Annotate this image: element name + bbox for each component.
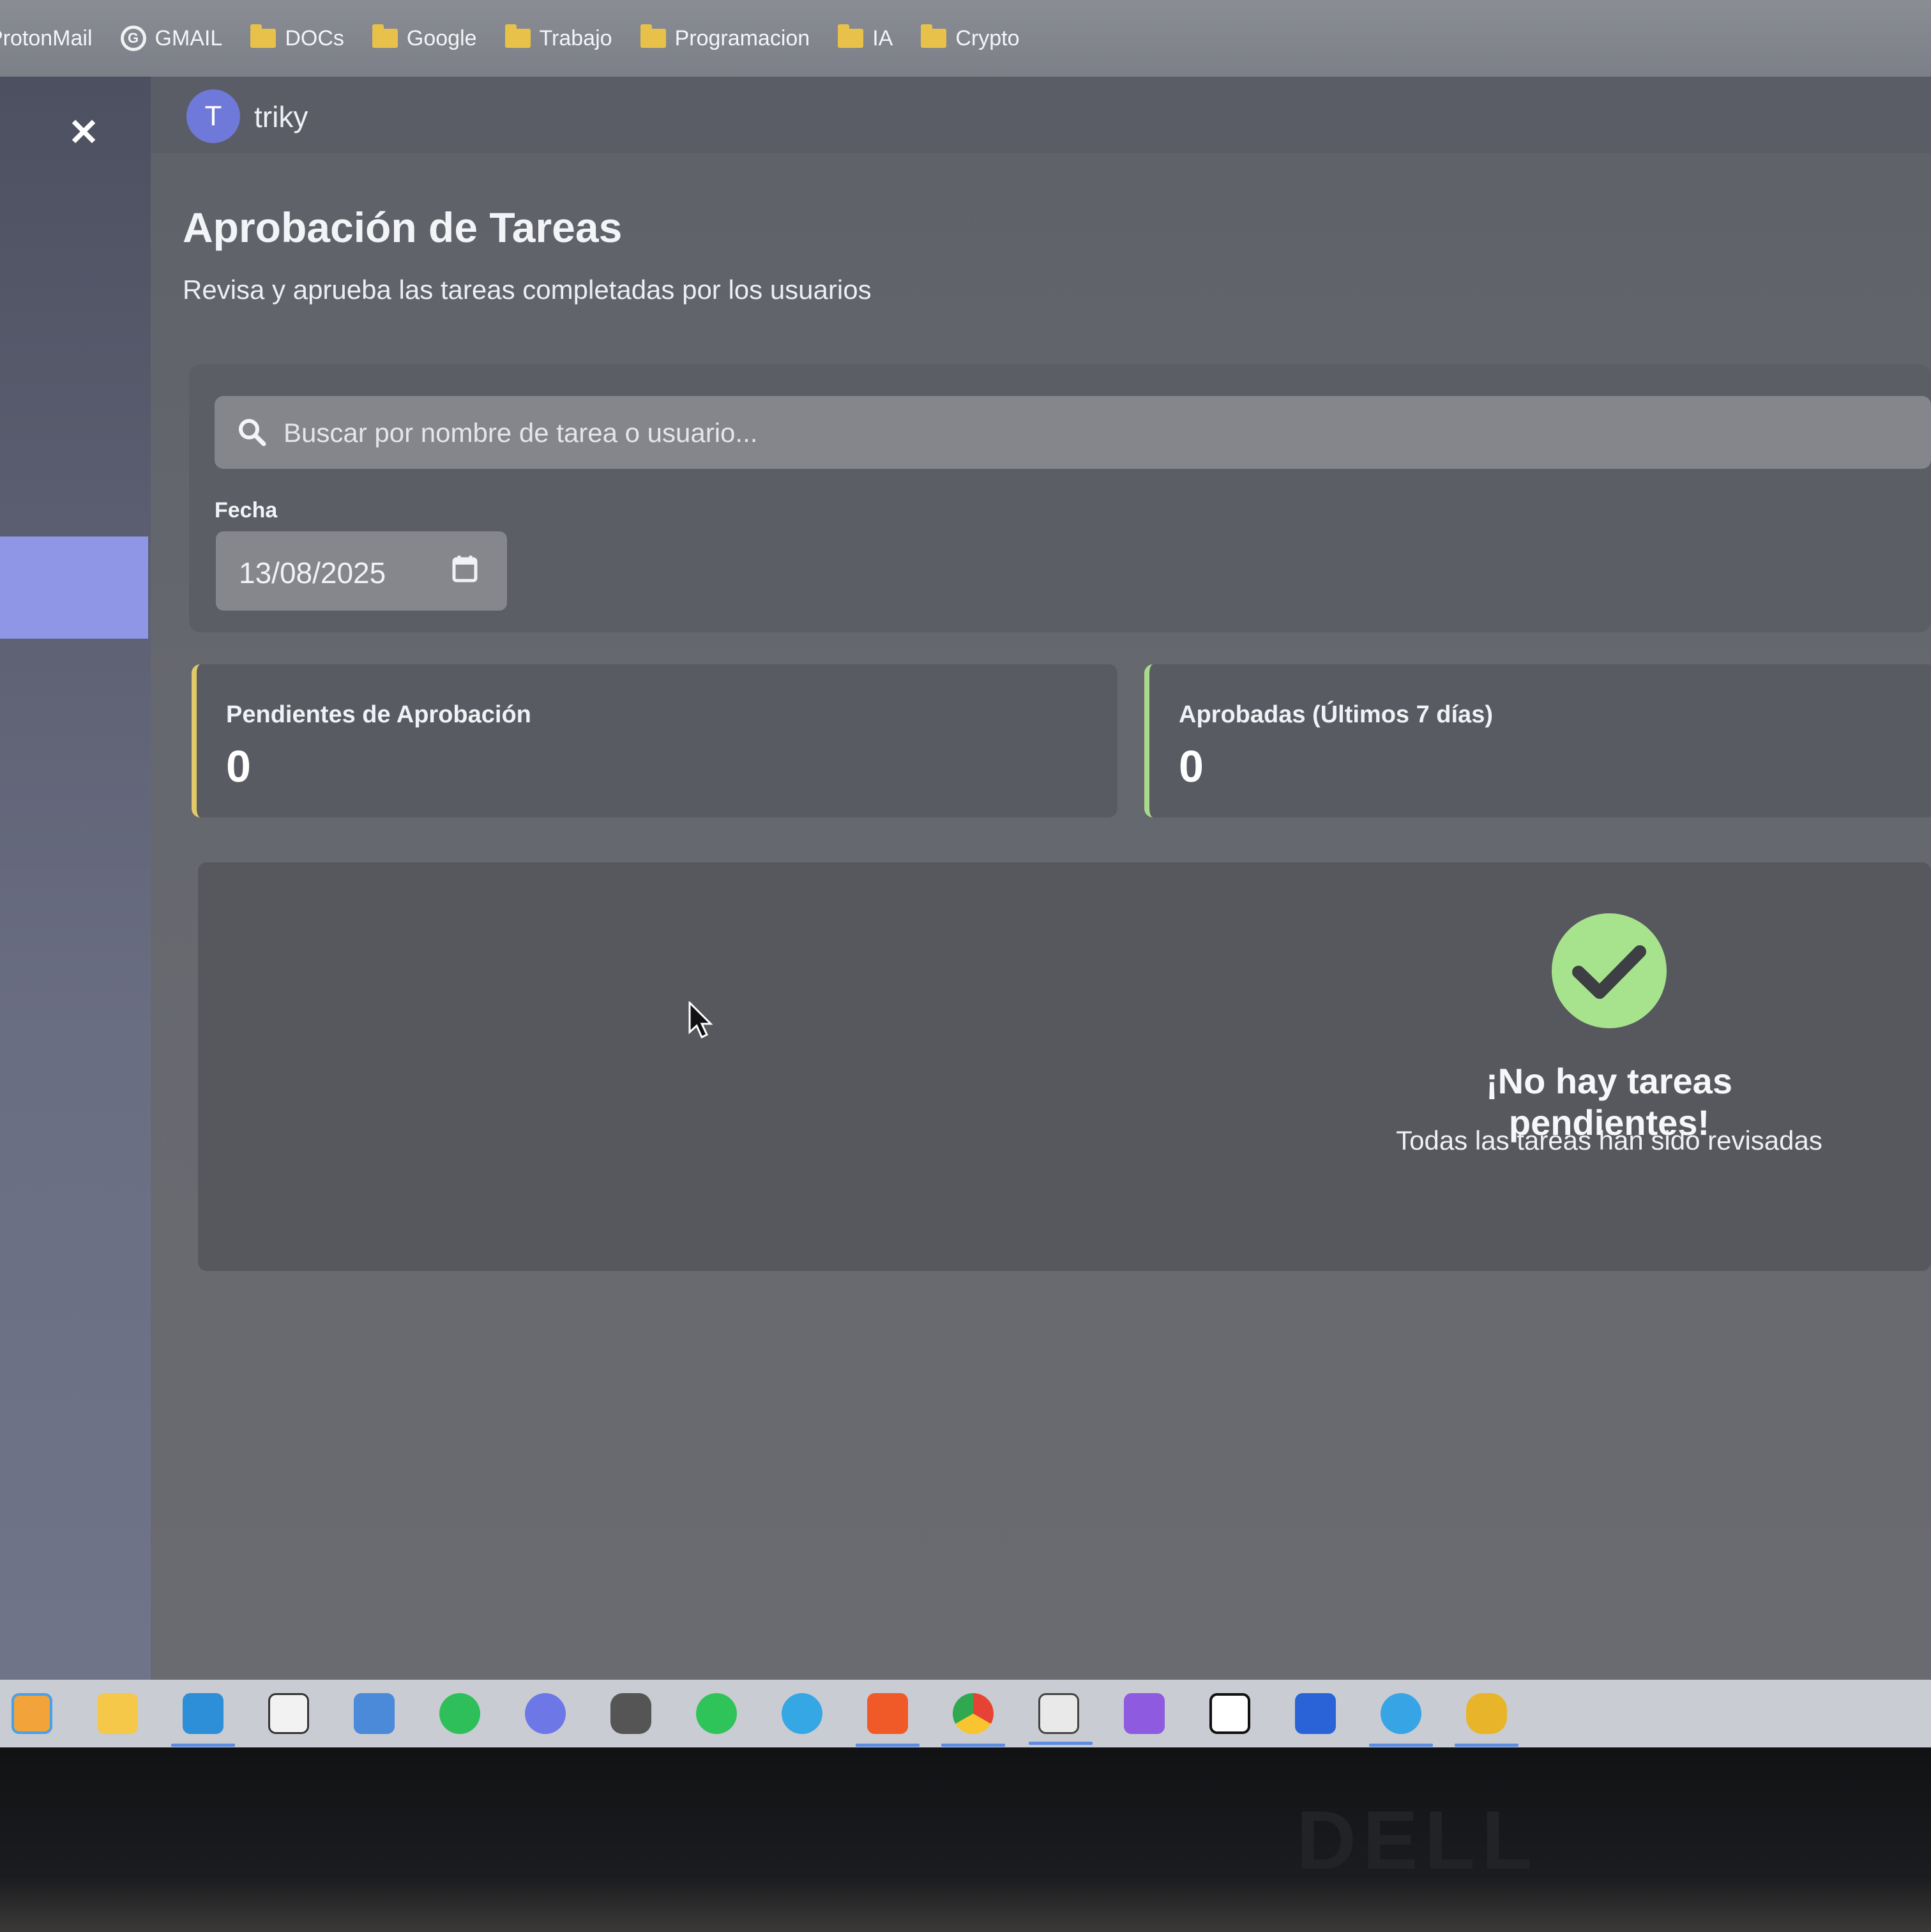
bitwarden-icon[interactable] — [1295, 1693, 1336, 1734]
multitasking-icon[interactable] — [11, 1693, 52, 1734]
bookmark-label: DOCs — [285, 26, 344, 50]
taskbar — [0, 1680, 1931, 1747]
whatsapp-icon[interactable] — [696, 1693, 737, 1734]
avatar[interactable]: T — [186, 89, 240, 143]
stat-card-pending: Pendientes de Aprobación 0 — [192, 664, 1117, 818]
folder-icon — [640, 24, 666, 48]
spotify-icon[interactable] — [439, 1693, 480, 1734]
google-icon: G — [120, 26, 146, 51]
bookmark-gmail[interactable]: G GMAIL — [120, 26, 223, 51]
username[interactable]: triky — [254, 100, 308, 134]
page-subtitle: Revisa y aprueba las tareas completadas … — [183, 275, 872, 305]
bookmark-label: ProtonMail — [0, 26, 93, 50]
notion-icon[interactable] — [1209, 1693, 1250, 1734]
stat-value: 0 — [1179, 742, 1204, 791]
search-icon — [239, 419, 266, 446]
close-icon: ✕ — [68, 112, 100, 153]
bookmark-trabajo[interactable]: Trabajo — [504, 24, 612, 51]
docker-icon[interactable] — [1369, 1693, 1433, 1747]
bookmark-label: Crypto — [955, 26, 1020, 50]
monitor-bezel: DELL — [0, 1747, 1931, 1932]
folder-icon — [838, 24, 864, 48]
calendar-icon[interactable] — [452, 554, 478, 582]
empty-state-panel: ¡No hay tareas pendientes! Todas las tar… — [198, 862, 1931, 1271]
bookmark-crypto[interactable]: Crypto — [921, 24, 1020, 51]
sidebar: ✕ — [0, 77, 151, 1680]
folder-icon — [250, 24, 276, 48]
date-value: 13/08/2025 — [239, 556, 386, 589]
stat-label: Aprobadas (Últimos 7 días) — [1179, 701, 1493, 728]
mouse-cursor-icon — [688, 1001, 713, 1039]
sidebar-item-active[interactable] — [0, 536, 148, 639]
bookmarks-bar: ProtonMail G GMAIL DOCs Google Trabajo P… — [0, 0, 1931, 77]
monitor-brand-logo: DELL — [1296, 1793, 1539, 1887]
bookmark-programacion[interactable]: Programacion — [640, 24, 810, 51]
telegram-icon[interactable] — [782, 1693, 822, 1734]
stat-label: Pendientes de Aprobación — [226, 701, 531, 728]
bookmark-label: GMAIL — [155, 26, 223, 50]
close-sidebar-button[interactable]: ✕ — [66, 112, 101, 153]
folder-icon — [921, 24, 947, 48]
remote-desktop-icon[interactable] — [354, 1693, 395, 1734]
discord-icon[interactable] — [525, 1693, 566, 1734]
vscode-icon[interactable] — [171, 1693, 235, 1747]
game-icon[interactable] — [610, 1693, 651, 1734]
bookmark-google[interactable]: Google — [372, 24, 477, 51]
notepad-icon[interactable] — [268, 1693, 309, 1734]
search-input[interactable] — [282, 411, 1562, 455]
date-picker[interactable]: 13/08/2025 — [216, 531, 507, 611]
check-circle-icon — [1552, 913, 1667, 1028]
search-box[interactable] — [215, 396, 1931, 469]
bookmark-label: Programacion — [674, 26, 810, 50]
mail-icon[interactable] — [1124, 1693, 1165, 1734]
filter-panel: Fecha 13/08/2025 — [189, 364, 1931, 632]
folder-icon — [504, 24, 531, 48]
checkmark-icon — [1572, 945, 1646, 999]
date-label: Fecha — [215, 498, 278, 522]
stat-card-approved: Aprobadas (Últimos 7 días) 0 — [1144, 664, 1931, 818]
brave-icon[interactable] — [856, 1693, 920, 1747]
image-editor-icon[interactable] — [1029, 1693, 1093, 1745]
bookmark-label: Google — [406, 26, 477, 50]
stat-value: 0 — [226, 742, 251, 791]
main-content: T triky Aprobación de Tareas Revisa y ap… — [151, 77, 1931, 1680]
bookmark-label: Trabajo — [539, 26, 612, 50]
bookmark-protonmail[interactable]: ProtonMail — [0, 26, 93, 51]
folder-icon — [372, 24, 398, 48]
dbeaver-icon[interactable] — [1455, 1693, 1518, 1747]
bookmark-docs[interactable]: DOCs — [250, 24, 344, 51]
file-explorer-icon[interactable] — [97, 1693, 138, 1734]
top-header: T triky — [151, 77, 1931, 153]
page-title: Aprobación de Tareas — [183, 204, 623, 251]
bookmark-ia[interactable]: IA — [838, 24, 893, 51]
empty-state-subtitle: Todas las tareas han sido revisadas — [1396, 1125, 1822, 1155]
chrome-icon[interactable] — [941, 1693, 1005, 1747]
bookmark-label: IA — [872, 26, 893, 50]
